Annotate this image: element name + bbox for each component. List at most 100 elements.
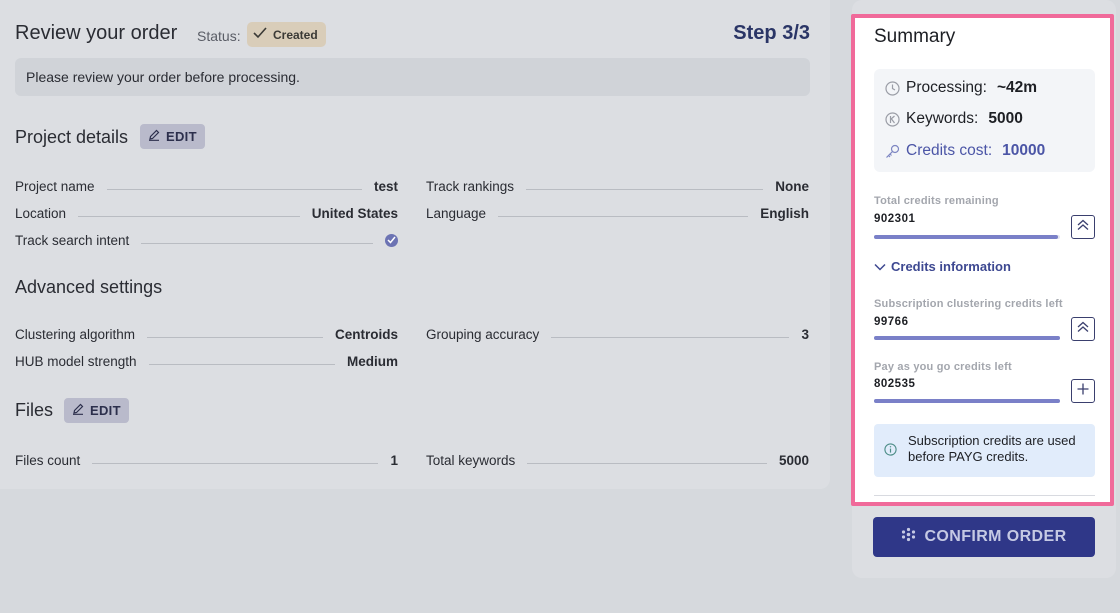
subscription-credits-label: Subscription clustering credits left [874,298,1063,310]
detail-value: Centroids [334,326,398,342]
keywords-stat: Keywords: 5000 [885,110,1023,128]
detail-row-location: Location United States [15,204,398,222]
keywords-label: Keywords: [906,110,979,127]
files-edit-button[interactable]: EDIT [64,398,129,423]
credits-cost-label: Credits cost: [906,142,993,159]
processing-value: ~42m [996,79,1038,96]
review-header: Review your order Status: Created Step 3… [15,20,810,50]
detail-value: test [373,178,398,194]
detail-label: Project name [15,178,95,194]
info-message: Please review your order before processi… [15,58,810,96]
leader-line [147,336,323,338]
payg-credits-value: 802535 [874,378,916,390]
processing-stat: Processing: ~42m [885,79,1037,97]
files-title: Files [15,400,54,420]
total-credits-value: 902301 [874,213,916,225]
keywords-value: 5000 [988,110,1023,127]
payg-credits-bar-fill [874,399,1060,403]
collapse-total-button[interactable] [1071,215,1095,239]
project-details-title: Project details [15,127,129,147]
detail-value: 5000 [778,452,809,468]
leader-line [551,336,790,338]
detail-row-hub-model-strength: HUB model strength Medium [15,352,398,370]
detail-label: Clustering algorithm [15,326,136,342]
subscription-credits-value: 99766 [874,316,909,328]
detail-value: 1 [390,452,398,468]
cluster-icon [901,527,916,547]
subscription-credits-bar-fill [874,336,1060,340]
total-credits-label: Total credits remaining [874,195,999,207]
project-details-edit-button[interactable]: EDIT [140,124,205,149]
summary-divider [874,495,1095,496]
detail-label: Track rankings [426,178,515,194]
leader-line [527,462,767,464]
key-icon [885,144,900,159]
detail-value: Medium [346,353,398,369]
detail-label: Grouping accuracy [426,326,540,342]
detail-value: None [775,178,809,194]
summary-stats: Processing: ~42m Keywords: 5000 Credits … [874,69,1095,172]
leader-line [106,188,362,190]
total-credits-bar-fill [874,235,1059,239]
detail-label: Files count [15,452,81,468]
detail-row-clustering-algorithm: Clustering algorithm Centroids [15,325,398,343]
order-review-panel: Review your order Status: Created Step 3… [0,0,830,489]
credits-information-toggle[interactable]: Credits information [874,259,1011,274]
credits-note-text: Subscription credits are used before PAY… [908,433,1076,464]
subscription-credits-bar [874,336,1060,340]
detail-row-files-count: Files count 1 [15,451,398,469]
detail-label: Total keywords [426,452,516,468]
detail-row-track-rankings: Track rankings None [426,177,809,195]
payg-credits-label: Pay as you go credits left [874,361,1012,373]
add-payg-credits-button[interactable] [1071,379,1095,403]
double-chevron-up-icon [1076,218,1090,237]
pencil-icon [148,129,160,144]
leader-line [141,242,373,244]
chevron-down-icon [874,259,886,274]
info-icon [884,443,897,460]
summary-card: Summary Processing: ~42m Keywords: 5000 … [851,14,1114,506]
confirm-order-button[interactable]: CONFIRM ORDER [873,517,1095,557]
detail-value: United States [311,205,398,221]
page-title: Review your order [15,22,178,44]
confirm-order-label: CONFIRM ORDER [924,528,1067,545]
detail-label: HUB model strength [15,353,137,369]
credits-cost-stat: Credits cost: 10000 [885,142,1045,160]
detail-row-total-keywords: Total keywords 5000 [426,451,809,469]
pencil-icon [72,403,84,418]
credits-information-label: Credits information [891,259,1011,274]
detail-label: Location [15,205,67,221]
leader-line [526,188,764,190]
detail-value: 3 [801,326,809,342]
upgrade-subscription-button[interactable] [1071,317,1095,341]
detail-label: Language [426,205,487,221]
edit-label: EDIT [90,403,121,418]
credits-cost-value: 10000 [1002,142,1046,159]
status-badge: Created [247,22,326,47]
double-chevron-up-icon [1076,320,1090,339]
detail-row-project-name: Project name test [15,177,398,195]
status-label: Status: [197,28,241,44]
processing-label: Processing: [906,79,987,96]
summary-title: Summary [874,26,956,47]
detail-value: English [760,205,809,221]
detail-label: Track search intent [15,232,130,248]
detail-row-track-search-intent: Track search intent [15,231,398,249]
leader-line [498,215,749,217]
step-indicator: Step 3/3 [733,22,810,44]
keyword-k-icon [885,111,900,127]
check-icon [253,27,267,42]
detail-row-language: Language English [426,204,809,222]
leader-line [78,215,300,217]
edit-label: EDIT [166,129,197,144]
total-credits-bar [874,235,1060,239]
clock-icon [885,80,900,96]
detail-row-grouping-accuracy: Grouping accuracy 3 [426,325,809,343]
leader-line [92,462,379,464]
advanced-settings-title: Advanced settings [15,277,163,297]
leader-line [148,363,335,365]
check-circle-icon [385,233,398,247]
plus-icon [1076,382,1090,401]
payg-credits-bar [874,399,1060,403]
credits-note: Subscription credits are used before PAY… [874,424,1095,477]
